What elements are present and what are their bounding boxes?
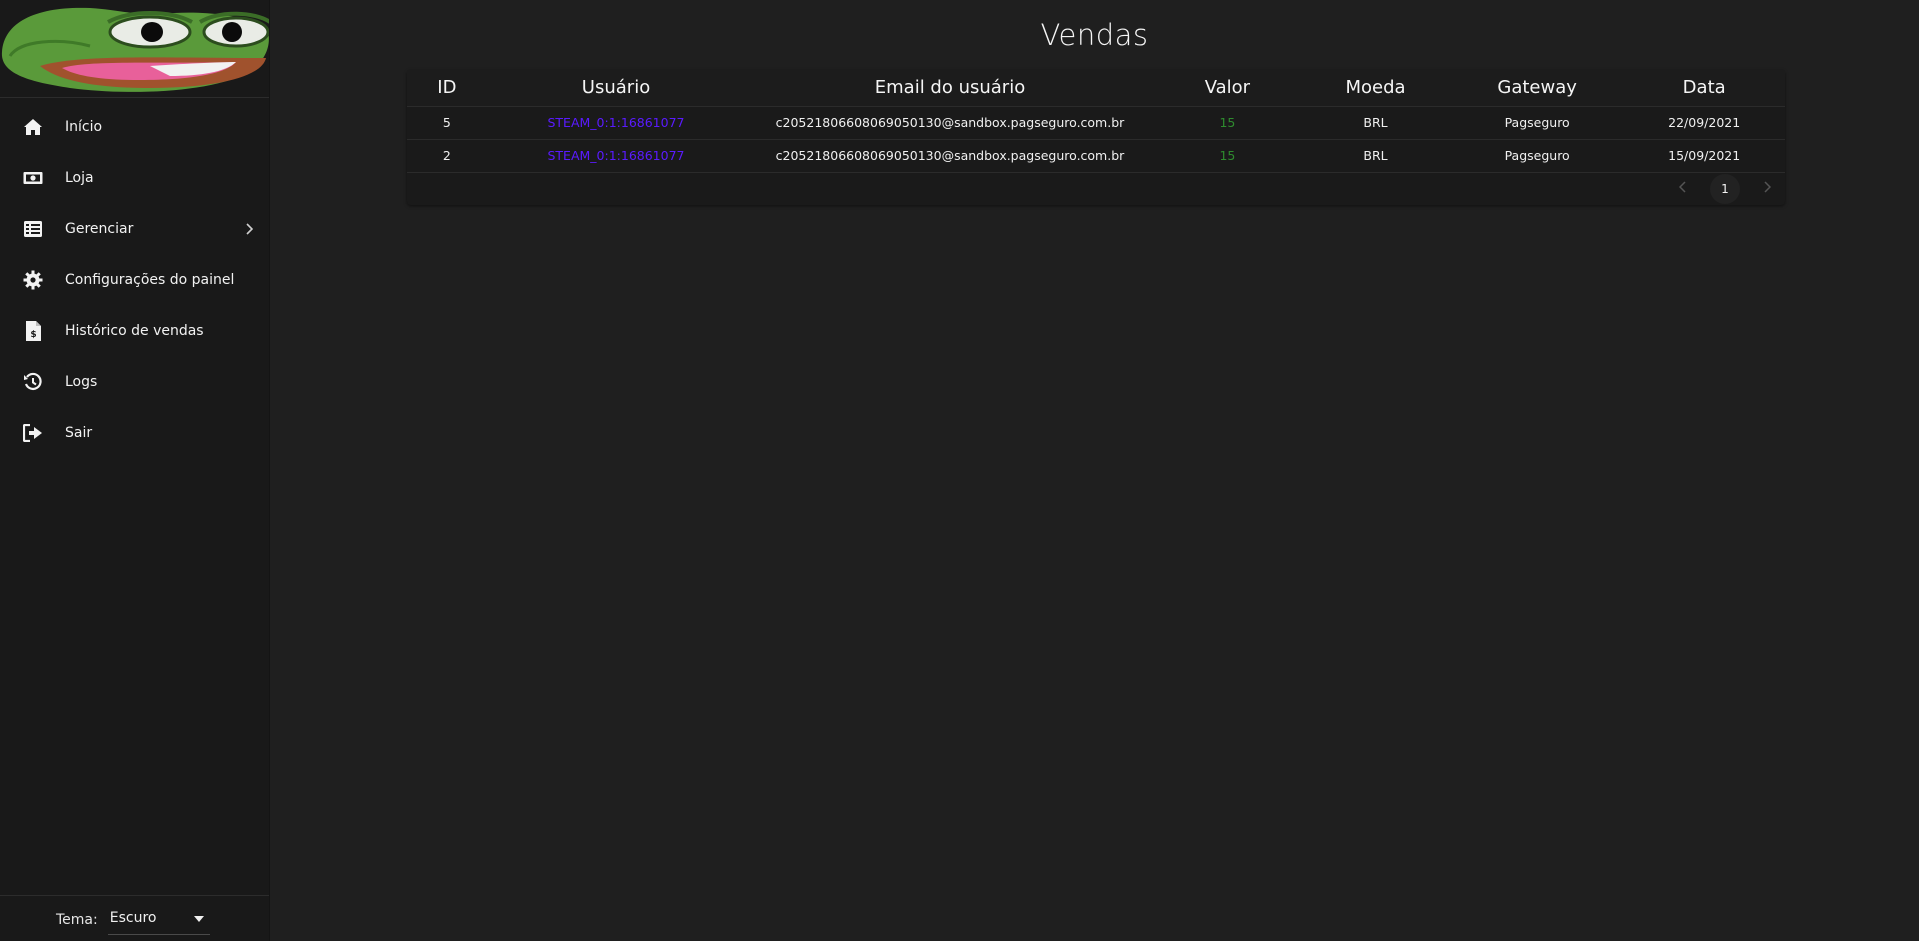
theme-select-value: Escuro [109,910,157,926]
main-content: Vendas ID Usuário Email do usuário Valor… [270,0,1919,941]
sign-out-icon [22,422,44,444]
cell-gateway: Pagseguro [1450,139,1624,173]
cell-email: c20521806608069050130@sandbox.pagseguro.… [745,139,1155,173]
cell-id: 2 [407,139,487,173]
column-header-email[interactable]: Email do usuário [745,70,1155,107]
cell-value: 15 [1154,139,1301,173]
sidebar-item-label: Início [65,118,103,135]
column-header-usuario[interactable]: Usuário [486,70,746,107]
table-row: 2 STEAM_0:1:16861077 c205218066080690501… [407,139,1785,173]
sidebar-item-logs[interactable]: Logs [0,356,269,407]
logo[interactable] [0,0,269,98]
table-row: 5 STEAM_0:1:16861077 c205218066080690501… [407,106,1785,140]
sidebar-item-sair[interactable]: Sair [0,407,269,458]
column-header-id[interactable]: ID [407,70,487,107]
invoice-dollar-icon: $ [22,320,44,342]
sidebar-item-label: Configurações do painel [65,271,235,288]
svg-text:$: $ [30,330,36,340]
home-icon [22,116,44,138]
sidebar-item-label: Loja [65,169,94,186]
cell-gateway: Pagseguro [1450,106,1624,140]
sidebar-item-label: Histórico de vendas [65,322,204,339]
cell-email: c20521806608069050130@sandbox.pagseguro.… [745,106,1155,140]
history-icon [22,371,44,393]
sales-table: ID Usuário Email do usuário Valor Moeda … [407,70,1785,173]
chevron-right-icon[interactable] [1763,181,1772,197]
cell-date: 22/09/2021 [1623,106,1785,140]
sidebar-item-historico-vendas[interactable]: $ Histórico de vendas [0,305,269,356]
column-header-valor[interactable]: Valor [1154,70,1301,107]
sidebar-item-gerenciar[interactable]: Gerenciar [0,203,269,254]
column-header-gateway[interactable]: Gateway [1450,70,1624,107]
sidebar-item-loja[interactable]: Loja [0,152,269,203]
chevron-right-icon [245,220,254,239]
table-header-row: ID Usuário Email do usuário Valor Moeda … [407,70,1785,107]
cell-user-link[interactable]: STEAM_0:1:16861077 [486,106,746,140]
column-header-moeda[interactable]: Moeda [1300,70,1451,107]
pagination: 1 [1665,173,1785,205]
frog-face-logo-icon [1,7,269,92]
page-title: Vendas [1040,18,1149,52]
theme-label: Tema: [56,911,98,928]
caret-down-icon [193,910,204,926]
cell-date: 15/09/2021 [1623,139,1785,173]
cell-user-link[interactable]: STEAM_0:1:16861077 [486,139,746,173]
sidebar-item-label: Logs [65,373,98,390]
app: Início Loja Gerenciar Configurações do p… [0,0,1919,941]
sidebar-item-configuracoes[interactable]: Configurações do painel [0,254,269,305]
list-icon [22,218,44,240]
sidebar-item-label: Gerenciar [65,220,134,237]
cell-value: 15 [1154,106,1301,140]
cell-id: 5 [407,106,487,140]
money-icon [22,167,44,189]
theme-select[interactable]: Escuro [107,903,210,935]
sidebar-nav: Início Loja Gerenciar Configurações do p… [0,98,269,458]
sidebar-item-label: Sair [65,424,93,441]
chevron-left-icon[interactable] [1678,181,1687,197]
column-header-data[interactable]: Data [1623,70,1785,107]
sidebar-item-inicio[interactable]: Início [0,101,269,152]
theme-bar: Tema: Escuro [0,895,269,941]
page-button-current[interactable]: 1 [1710,174,1740,204]
sidebar: Início Loja Gerenciar Configurações do p… [0,0,270,941]
sales-table-card: ID Usuário Email do usuário Valor Moeda … [407,70,1785,205]
gear-icon [22,269,44,291]
cell-currency: BRL [1300,106,1451,140]
cell-currency: BRL [1300,139,1451,173]
